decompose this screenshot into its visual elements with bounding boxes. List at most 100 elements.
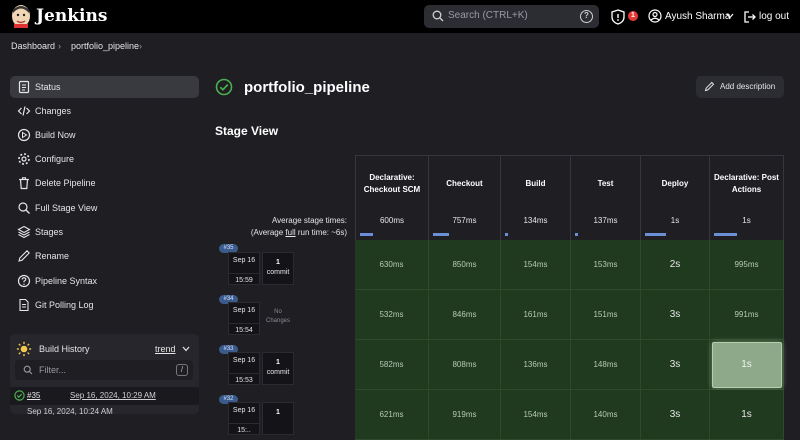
sidebar-item-label: Full Stage View	[35, 203, 98, 213]
pencil-icon	[18, 250, 30, 262]
stage-cell[interactable]: 630ms	[355, 240, 429, 290]
stage-cell-hover-box[interactable]: 1s	[711, 341, 782, 388]
stage-cell[interactable]: 148ms	[571, 340, 641, 390]
sidebar-item-rename[interactable]: Rename	[10, 245, 199, 267]
pencil-icon	[704, 81, 715, 92]
brand-name[interactable]: Jenkins	[36, 6, 107, 26]
stage-cell[interactable]: 2s	[641, 240, 710, 290]
stage-cell[interactable]: 846ms	[429, 290, 501, 340]
filter-placeholder: Filter...	[39, 365, 67, 375]
sidebar-item-pipeline-syntax[interactable]: Pipeline Syntax	[10, 270, 199, 292]
run-timestamp: Sep 16 15:59	[228, 252, 260, 285]
gear-icon	[18, 153, 30, 165]
user-icon[interactable]	[648, 9, 662, 23]
no-changes-label: No Changes	[262, 302, 294, 335]
breadcrumb: Dashboard › portfolio_pipeline ›	[0, 33, 800, 59]
stage-cell[interactable]: 1s	[710, 340, 784, 390]
sidebar-item-label: Build Now	[35, 130, 76, 140]
run-date: Sep 16	[232, 307, 256, 314]
stage-name: Build	[525, 179, 546, 188]
run-time: 15:53	[229, 373, 259, 384]
stage-cell[interactable]: 850ms	[429, 240, 501, 290]
sun-icon	[16, 341, 32, 357]
search-input[interactable]: Search (CTRL+K) ?	[424, 5, 599, 28]
sidebar-item-git-polling-log[interactable]: Git Polling Log	[10, 294, 199, 316]
stage-cell[interactable]: 1s	[710, 390, 784, 440]
sidebar-item-delete-pipeline[interactable]: Delete Pipeline	[10, 172, 199, 194]
stage-cell[interactable]: 3s	[641, 340, 710, 390]
user-name[interactable]: Ayush Sharma	[665, 11, 730, 22]
logout-icon[interactable]	[743, 10, 757, 24]
stage-header: Build 134ms	[501, 155, 571, 240]
breadcrumb-pipeline[interactable]: portfolio_pipeline	[71, 41, 139, 51]
stage-cell[interactable]: 582ms	[355, 340, 429, 390]
add-description-button[interactable]: Add description	[696, 76, 784, 98]
stage-cell[interactable]: 154ms	[501, 390, 571, 440]
top-header: Jenkins Search (CTRL+K) ? 1 Ayush Sharma…	[0, 0, 800, 33]
stage-cell[interactable]: 3s	[641, 290, 710, 340]
security-badge: 1	[628, 11, 638, 21]
logout-link[interactable]: log out	[759, 11, 789, 22]
commit-count-box[interactable]: 1 commit	[262, 352, 294, 385]
commit-count: 1	[276, 409, 280, 416]
stage-cell[interactable]: 995ms	[710, 240, 784, 290]
no-changes-text: No Changes	[265, 309, 291, 324]
stage-cell[interactable]: 136ms	[501, 340, 571, 390]
search-icon	[23, 365, 33, 375]
stage-cell[interactable]: 621ms	[355, 390, 429, 440]
search-help-icon[interactable]: ?	[580, 10, 593, 23]
chevron-down-icon[interactable]	[182, 345, 190, 353]
sidebar-item-configure[interactable]: Configure	[10, 148, 199, 170]
breadcrumb-dashboard[interactable]: Dashboard	[11, 41, 55, 51]
stage-view-title: Stage View	[215, 124, 279, 138]
stage-average-bar	[360, 233, 373, 236]
stage-cell[interactable]: 154ms	[501, 240, 571, 290]
sidebar-item-label: Stages	[35, 227, 64, 237]
help-icon	[17, 274, 31, 288]
stage-cell[interactable]: 151ms	[571, 290, 641, 340]
stage-cell[interactable]: 532ms	[355, 290, 429, 340]
chevron-down-icon[interactable]	[726, 12, 734, 20]
stage-cell[interactable]: 919ms	[429, 390, 501, 440]
breadcrumb-separator: ›	[58, 41, 61, 51]
build-number[interactable]: #35	[27, 391, 40, 400]
sidebar-item-changes[interactable]: Changes	[10, 100, 199, 122]
average-run-time-suffix: run time: ~6s)	[295, 228, 347, 237]
average-run-time-label: (Average full run time: ~6s)	[230, 228, 347, 237]
stage-name: Deploy	[661, 179, 689, 188]
stage-cell[interactable]: 808ms	[429, 340, 501, 390]
commit-count-box[interactable]: 1 commit	[262, 252, 294, 285]
search-icon	[432, 10, 444, 22]
stage-cell[interactable]: 153ms	[571, 240, 641, 290]
filter-input[interactable]: Filter... /	[15, 360, 193, 380]
full-run-link[interactable]: full	[285, 228, 295, 237]
stage-cell[interactable]: 991ms	[710, 290, 784, 340]
sidebar-item-stages[interactable]: Stages	[10, 221, 199, 243]
run-time: 15:..	[229, 423, 259, 434]
run-time: 15:54	[229, 323, 259, 334]
commit-label: commit	[266, 269, 290, 276]
commit-count-box[interactable]: 1	[262, 402, 294, 435]
stage-average-time: 1s	[742, 216, 751, 225]
sidebar-item-full-stage-view[interactable]: Full Stage View	[10, 197, 199, 219]
sidebar-item-status[interactable]: Status	[10, 76, 199, 98]
stage-name: Checkout	[446, 179, 483, 188]
commit-label: commit	[266, 369, 290, 376]
layers-icon	[17, 225, 31, 239]
jenkins-logo-icon[interactable]	[10, 4, 32, 28]
build-date[interactable]: Sep 16, 2024, 10:29 AM	[70, 391, 156, 400]
stage-cell[interactable]: 3s	[641, 390, 710, 440]
stage-header: Test 137ms	[571, 155, 641, 240]
trend-link[interactable]: trend	[155, 344, 176, 354]
breadcrumb-separator[interactable]: ›	[139, 41, 142, 51]
shield-icon[interactable]	[611, 9, 625, 25]
sidebar-item-label: Configure	[35, 154, 75, 164]
sidebar-item-label: Changes	[35, 106, 72, 116]
sidebar-item-build-now[interactable]: Build Now	[10, 124, 199, 146]
stage-cell[interactable]: 140ms	[571, 390, 641, 440]
stage-cell[interactable]: 161ms	[501, 290, 571, 340]
average-stage-times-label: Average stage times:	[271, 216, 347, 225]
run-timestamp: Sep 16 15:..	[228, 402, 260, 435]
stage-average-time: 600ms	[379, 216, 404, 225]
list-item[interactable]: #35 Sep 16, 2024, 10:29 AM	[10, 387, 199, 405]
